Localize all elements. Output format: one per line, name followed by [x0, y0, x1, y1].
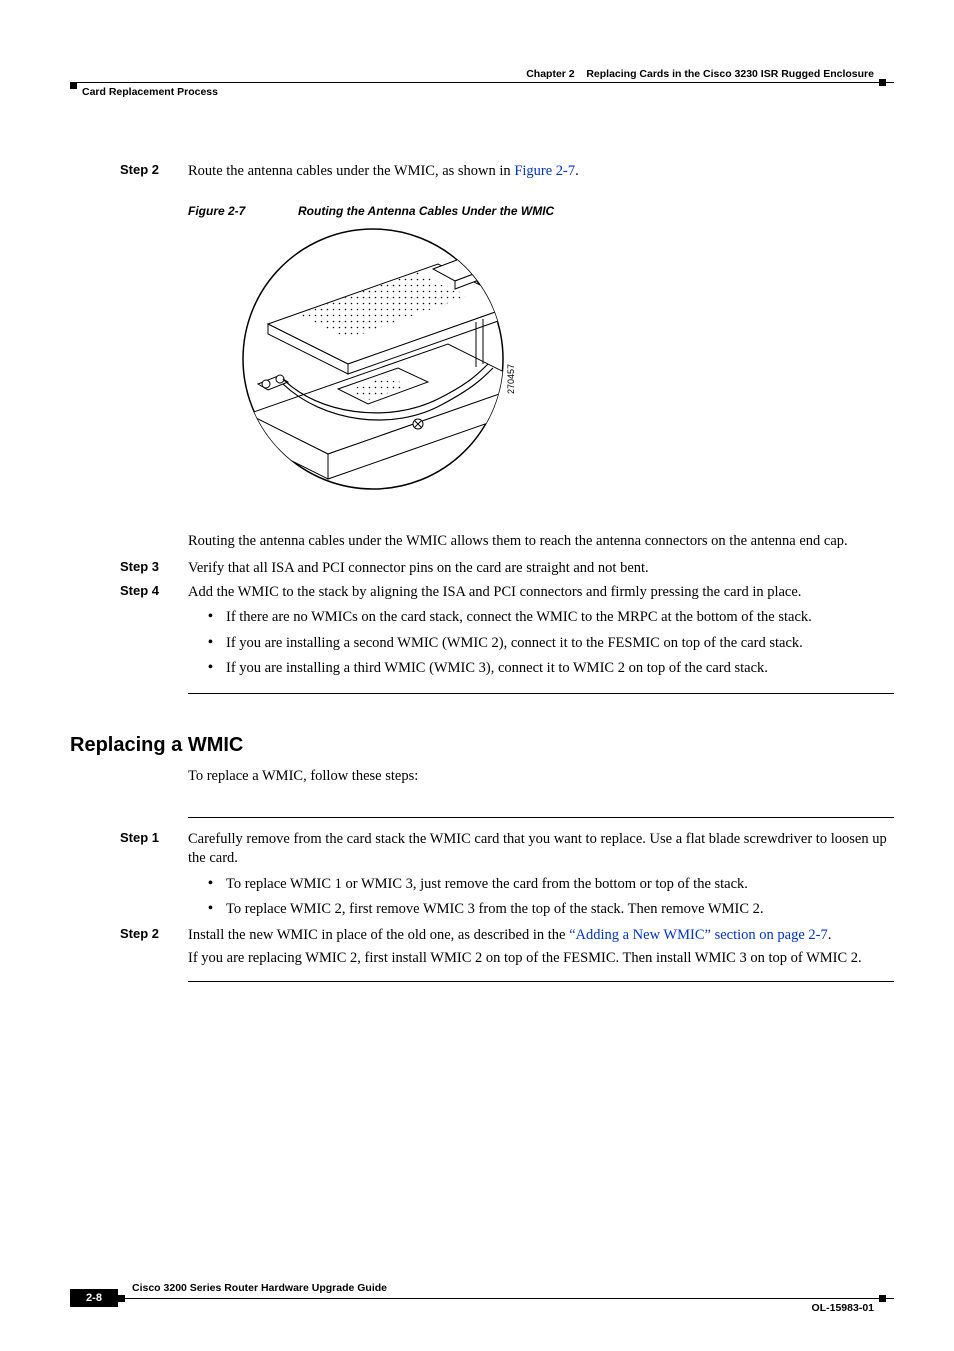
header-chapter: Chapter 2 Replacing Cards in the Cisco 3… [526, 68, 874, 80]
page-footer: Cisco 3200 Series Router Hardware Upgrad… [70, 1298, 894, 1299]
step-row: Step 4 Add the WMIC to the stack by alig… [70, 583, 894, 603]
step-label: Step 2 [120, 162, 188, 182]
paragraph: If you are replacing WMIC 2, first insta… [188, 949, 894, 969]
header-marker-left [70, 82, 77, 89]
heading-replacing-wmic: Replacing a WMIC [70, 734, 894, 757]
page-header: Chapter 2 Replacing Cards in the Cisco 3… [70, 68, 894, 102]
step-label: Step 1 [120, 830, 188, 869]
step-body: Install the new WMIC in place of the old… [188, 926, 894, 946]
footer-marker-right [879, 1295, 886, 1302]
paragraph: Routing the antenna cables under the WMI… [188, 532, 894, 552]
step-label: Step 4 [120, 583, 188, 603]
step-text-post: . [575, 163, 579, 179]
step-text-post: . [828, 927, 832, 943]
step-text-pre: Install the new WMIC in place of the old… [188, 927, 569, 943]
chapter-label: Chapter 2 [526, 68, 574, 80]
footer-book-title: Cisco 3200 Series Router Hardware Upgrad… [132, 1282, 387, 1294]
step-label: Step 3 [120, 559, 188, 579]
step-text-pre: Route the antenna cables under the WMIC,… [188, 163, 514, 179]
figure-caption: Figure 2-7Routing the Antenna Cables Und… [188, 204, 894, 218]
step-row: Step 2 Install the new WMIC in place of … [70, 926, 894, 946]
step-row: Step 1 Carefully remove from the card st… [70, 830, 894, 869]
footer-marker-left [118, 1295, 125, 1302]
list-item: If you are installing a second WMIC (WMI… [208, 634, 894, 654]
paragraph: To replace a WMIC, follow these steps: [188, 767, 894, 787]
list-item: To replace WMIC 2, first remove WMIC 3 f… [208, 900, 894, 920]
list-item: If there are no WMICs on the card stack,… [208, 608, 894, 628]
step-row: Step 3 Verify that all ISA and PCI conne… [70, 559, 894, 579]
cross-ref-link[interactable]: “Adding a New WMIC” section on page 2-7 [569, 927, 828, 943]
section-divider [188, 817, 894, 818]
figure-number: Figure 2-7 [188, 204, 298, 218]
step-body: Route the antenna cables under the WMIC,… [188, 162, 894, 182]
step-body: Verify that all ISA and PCI connector pi… [188, 559, 894, 579]
list-item: If you are installing a third WMIC (WMIC… [208, 659, 894, 679]
figure-id-label: 270457 [506, 364, 516, 394]
section-divider [188, 693, 894, 694]
figure-illustration: 270457 [188, 224, 558, 504]
step-row: Step 2 Route the antenna cables under th… [70, 162, 894, 182]
section-divider [188, 981, 894, 982]
footer-rule [70, 1298, 894, 1299]
figure-title: Routing the Antenna Cables Under the WMI… [298, 204, 554, 218]
step-label: Step 2 [120, 926, 188, 946]
header-section-title: Card Replacement Process [82, 86, 218, 98]
footer-doc-number: OL-15983-01 [812, 1302, 874, 1314]
chapter-title: Replacing Cards in the Cisco 3230 ISR Ru… [586, 68, 874, 80]
figure-ref-link[interactable]: Figure 2-7 [514, 163, 575, 179]
step-body: Add the WMIC to the stack by aligning th… [188, 583, 894, 603]
header-marker-right [879, 79, 886, 86]
page-number: 2-8 [70, 1289, 118, 1307]
list-item: To replace WMIC 1 or WMIC 3, just remove… [208, 875, 894, 895]
header-rule [70, 82, 894, 83]
step-body: Carefully remove from the card stack the… [188, 830, 894, 869]
bullet-list: To replace WMIC 1 or WMIC 3, just remove… [208, 875, 894, 920]
bullet-list: If there are no WMICs on the card stack,… [208, 608, 894, 679]
